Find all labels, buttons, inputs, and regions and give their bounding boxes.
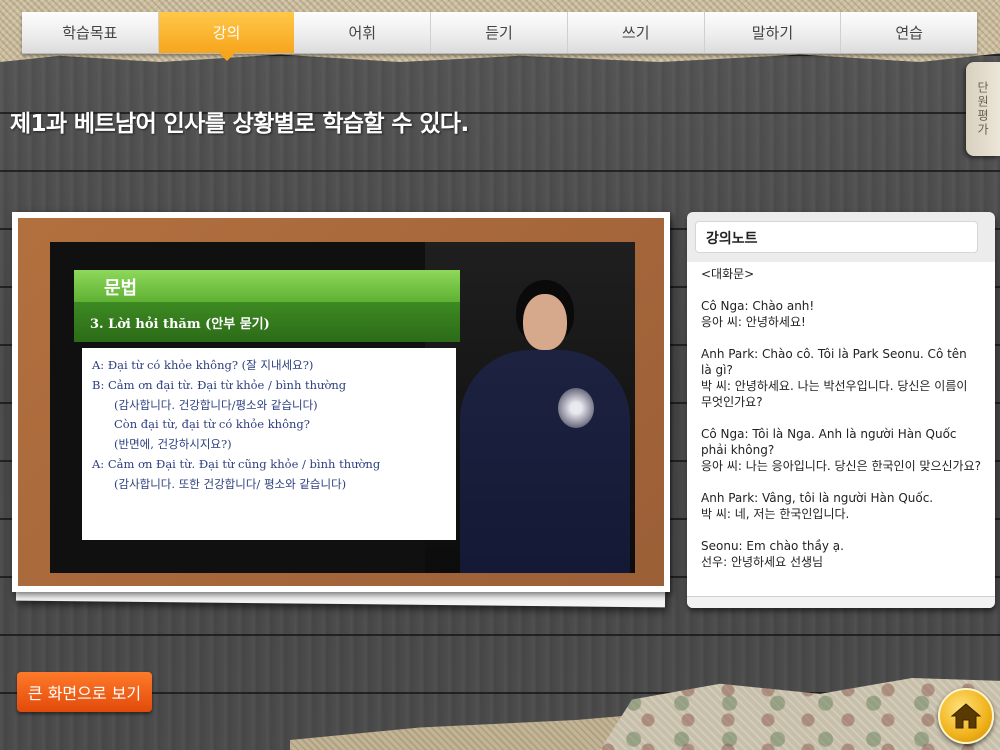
presenter-face bbox=[523, 294, 567, 350]
presenter-body bbox=[460, 350, 630, 573]
home-icon bbox=[950, 703, 982, 729]
notes-paragraph: Anh Park: Chào cô. Tôi là Park Seonu. Cô… bbox=[701, 347, 968, 409]
unit-evaluation-label: 단원평가 bbox=[975, 81, 990, 137]
video-frame: 문법 3. Lời hỏi thăm (안부 묻기) A: Đại từ có … bbox=[12, 212, 670, 592]
notes-paragraph: <대화문> bbox=[701, 267, 755, 281]
tab-listening[interactable]: 듣기 bbox=[431, 12, 568, 53]
lecture-notes-panel: 강의노트 <대화문> Cô Nga: Chào anh! 응아 씨: 안녕하세요… bbox=[687, 212, 995, 608]
slide-line: (반면에, 건강하시지요?) bbox=[114, 437, 232, 452]
big-screen-button[interactable]: 큰 화면으로 보기 bbox=[17, 672, 152, 712]
tab-learning-goals[interactable]: 학습목표 bbox=[22, 12, 159, 53]
slide-line: Còn đại từ, đại từ có khỏe không? bbox=[114, 417, 310, 432]
page-title: 제1과 베트남어 인사를 상황별로 학습할 수 있다. bbox=[10, 111, 469, 137]
slide-board: A: Đại từ có khỏe không? (잘 지내세요?) B: Cả… bbox=[82, 348, 456, 540]
slide-line: (감사합니다. 또한 건강합니다/ 평소와 같습니다) bbox=[114, 476, 347, 491]
tab-writing[interactable]: 쓰기 bbox=[568, 12, 705, 53]
slide-line: (감사합니다. 건강합니다/평소와 같습니다) bbox=[114, 397, 318, 412]
presenter-corsage bbox=[558, 388, 594, 428]
notes-footer bbox=[687, 596, 995, 608]
tab-lecture[interactable]: 강의 bbox=[158, 12, 295, 61]
presenter bbox=[460, 280, 630, 573]
notes-paragraph: Anh Park: Vâng, tôi là người Hàn Quốc. 박… bbox=[701, 491, 934, 521]
slide-line: A: Cảm ơn Đại từ. Đại từ cũng khỏe / bìn… bbox=[92, 456, 381, 471]
lecture-notes-body[interactable]: <대화문> Cô Nga: Chào anh! 응아 씨: 안녕하세요! Anh… bbox=[687, 262, 995, 596]
lecture-video[interactable]: 문법 3. Lời hỏi thăm (안부 묻기) A: Đại từ có … bbox=[50, 242, 635, 573]
tab-practice[interactable]: 연습 bbox=[841, 12, 977, 53]
slide-subtitle: 3. Lời hỏi thăm (안부 묻기) bbox=[74, 302, 460, 342]
tab-vocabulary[interactable]: 어휘 bbox=[294, 12, 432, 53]
home-button[interactable] bbox=[938, 688, 994, 744]
slide-line: B: Cảm ơn đại từ. Đại từ khỏe / bình thư… bbox=[92, 377, 347, 392]
slide-line: A: Đại từ có khỏe không? (잘 지내세요?) bbox=[92, 358, 314, 372]
notes-paragraph: Seonu: Em chào thầy ạ. 선우: 안녕하세요 선생님 bbox=[701, 539, 844, 569]
tab-speaking[interactable]: 말하기 bbox=[705, 12, 842, 53]
unit-evaluation-tab[interactable]: 단원평가 bbox=[966, 62, 1000, 156]
lecture-notes-title: 강의노트 bbox=[695, 221, 978, 253]
slide-header: 문법 bbox=[74, 270, 460, 302]
notes-paragraph: Cô Nga: Chào anh! 응아 씨: 안녕하세요! bbox=[701, 299, 815, 329]
video-frame-border: 문법 3. Lời hỏi thăm (안부 묻기) A: Đại từ có … bbox=[18, 218, 664, 586]
notes-paragraph: Cô Nga: Tôi là Nga. Anh là người Hàn Quố… bbox=[701, 427, 981, 473]
tab-bar: 학습목표 강의 어휘 듣기 쓰기 말하기 연습 bbox=[22, 12, 977, 61]
